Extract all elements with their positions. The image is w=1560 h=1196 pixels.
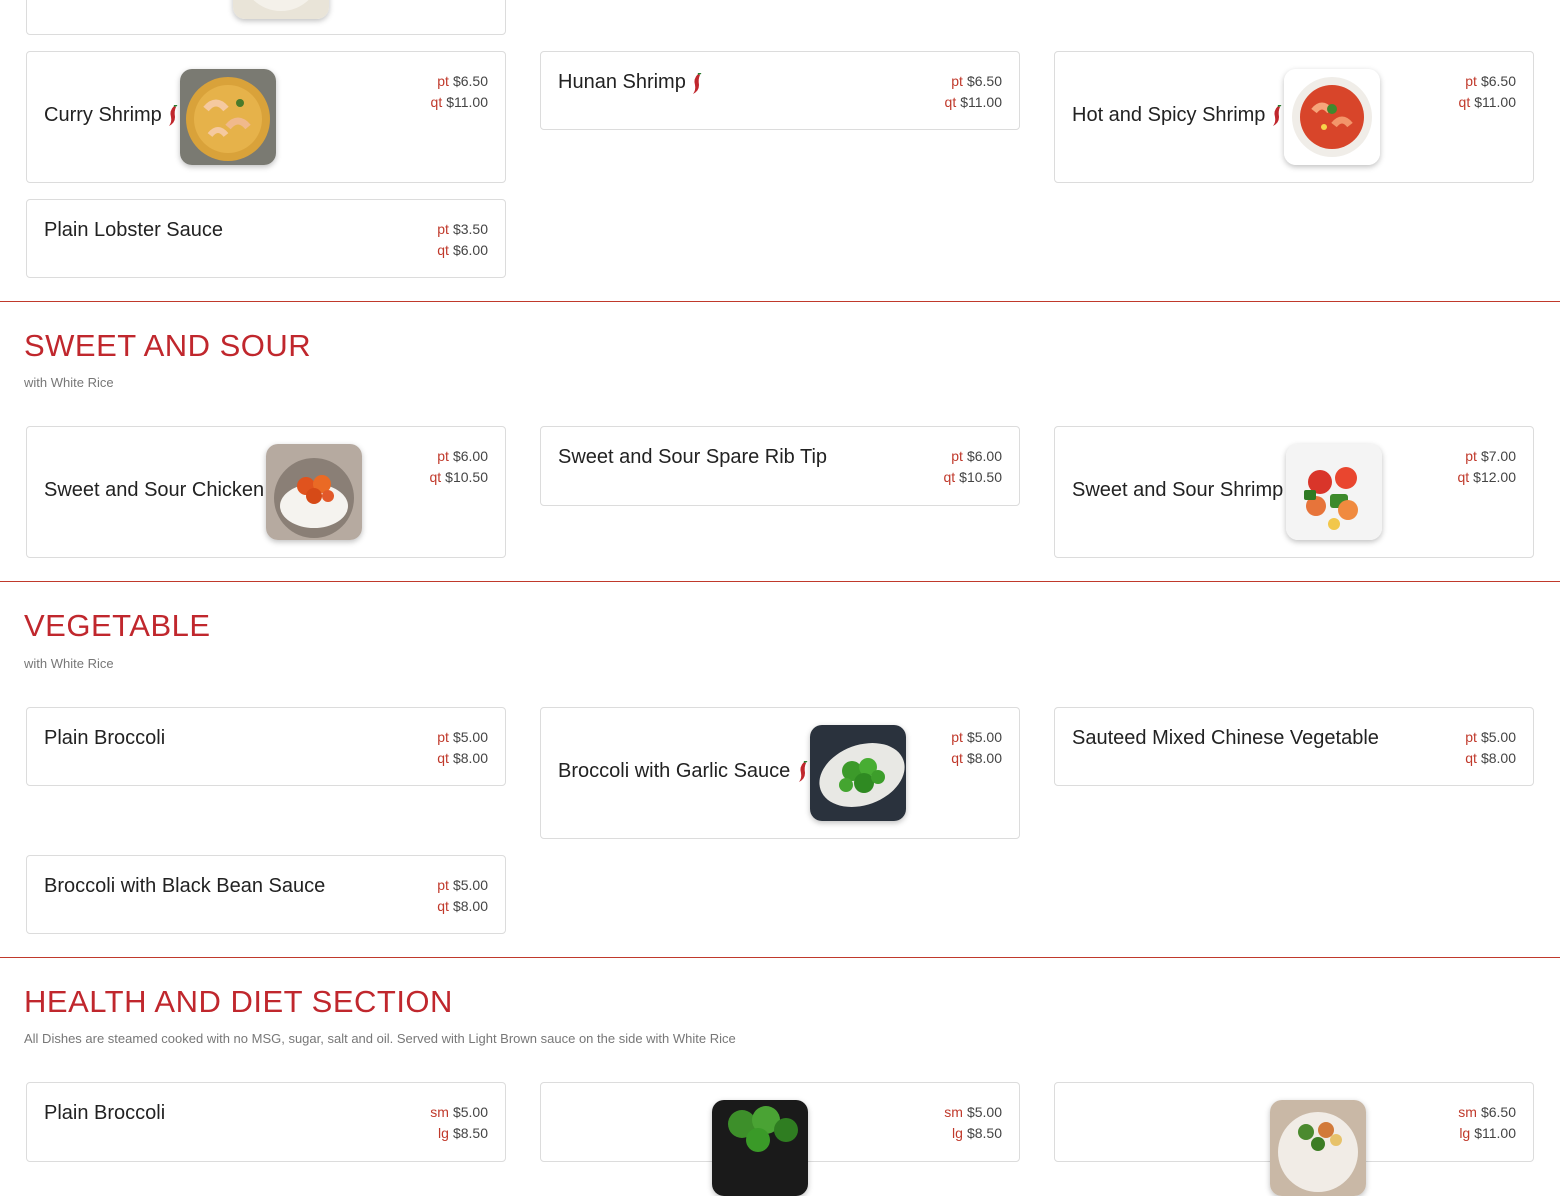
item-name: Sweet and Sour Shrimp xyxy=(1072,479,1284,501)
menu-item-card[interactable]: Sauteed Mixed Chinese Vegetable pt $5.00 … xyxy=(1054,707,1534,786)
item-name: Sweet and Sour Spare Rib Tip xyxy=(558,446,828,468)
item-name: Broccoli with Black Bean Sauce xyxy=(44,875,326,897)
section-divider xyxy=(0,581,1560,582)
item-name: Sweet and Sour Chicken xyxy=(44,479,265,501)
item-name: Plain Lobster Sauce xyxy=(44,219,224,241)
price-list: pt $7.00 qt $12.00 xyxy=(1457,448,1516,485)
section-title: SWEET AND SOUR xyxy=(24,328,312,363)
menu-item-card[interactable]: Broccoli with Black Bean Sauce pt $5.00 q… xyxy=(26,855,506,934)
price-list: pt $5.00 qt $8.00 xyxy=(437,877,488,914)
price-list: pt $6.00 qt $10.50 xyxy=(429,448,488,485)
menu-item-card-partial[interactable] xyxy=(26,0,506,35)
dish-image xyxy=(233,0,329,19)
section-title: VEGETABLE xyxy=(24,608,211,643)
item-name: Curry Shrimp xyxy=(44,104,162,126)
dish-image xyxy=(712,1100,808,1196)
dish-image xyxy=(1286,444,1382,540)
section-subtitle: with White Rice xyxy=(24,656,114,671)
price-list: pt $5.00 qt $8.00 xyxy=(951,729,1002,766)
chili-pepper-icon xyxy=(1273,105,1282,126)
dish-image xyxy=(266,444,362,540)
item-name: Hot and Spicy Shrimp xyxy=(1072,104,1266,126)
price-list: pt $3.50 qt $6.00 xyxy=(437,221,488,258)
chili-pepper-icon xyxy=(693,73,702,94)
section-subtitle: with White Rice xyxy=(24,375,114,390)
menu-item-card[interactable]: Plain Broccoli sm $5.00 lg $8.50 xyxy=(26,1082,506,1162)
menu-item-card[interactable]: Sweet and Sour Spare Rib Tip pt $6.00 qt $… xyxy=(540,426,1020,506)
menu-item-card[interactable]: Broccoli with Garlic Sauce pt $5.00 qt $8.… xyxy=(540,707,1020,839)
dish-image xyxy=(810,725,906,821)
price-list: pt $5.00 qt $8.00 xyxy=(1465,729,1516,766)
dish-image xyxy=(1284,69,1380,165)
price-list: sm $6.50 lg $11.00 xyxy=(1458,1104,1516,1141)
section-divider xyxy=(0,957,1560,958)
item-name: Plain Broccoli xyxy=(44,1102,166,1124)
price-list: pt $6.50 qt $11.00 xyxy=(944,73,1002,110)
price-list: pt $6.50 qt $11.00 xyxy=(1458,73,1516,110)
price-list: sm $5.00 lg $8.50 xyxy=(944,1104,1002,1141)
chili-pepper-icon xyxy=(799,761,808,782)
dish-image xyxy=(180,69,276,165)
price-list: pt $5.00 qt $8.00 xyxy=(437,729,488,766)
menu-item-card[interactable]: Sweet and Sour Shrimp pt $7.00 qt $12.00 xyxy=(1054,426,1534,558)
dish-image xyxy=(1270,1100,1366,1196)
menu-item-card[interactable]: Hunan Shrimp pt $6.50 qt $11.00 xyxy=(540,51,1020,130)
item-name: Sauteed Mixed Chinese Vegetable xyxy=(1072,727,1379,749)
section-title: HEALTH AND DIET SECTION xyxy=(24,984,453,1019)
price-list: pt $6.00 qt $10.50 xyxy=(943,448,1002,485)
price-list: sm $5.00 lg $8.50 xyxy=(430,1104,488,1141)
menu-item-card[interactable]: Plain Broccoli pt $5.00 qt $8.00 xyxy=(26,707,506,786)
price-list: pt $6.50 qt $11.00 xyxy=(430,73,488,110)
item-name: Hunan Shrimp xyxy=(558,71,686,93)
menu-item-card[interactable]: Curry Shrimp pt $6.50 qt $11.00 xyxy=(26,51,506,183)
menu-item-card[interactable]: Plain Lobster Sauce pt $3.50 qt $6.00 xyxy=(26,199,506,278)
section-divider xyxy=(0,301,1560,302)
price-pt: $6.50 xyxy=(452,73,488,89)
price-qt: $11.00 xyxy=(446,94,488,110)
menu-item-card[interactable]: sm $5.00 lg $8.50 xyxy=(540,1082,1020,1196)
item-name: Broccoli with Garlic Sauce xyxy=(558,760,791,782)
menu-item-card[interactable]: sm $6.50 lg $11.00 xyxy=(1054,1082,1534,1196)
menu-item-card[interactable]: Hot and Spicy Shrimp pt $6.50 qt $11.00 xyxy=(1054,51,1534,183)
chili-pepper-icon xyxy=(169,105,178,126)
menu-item-card[interactable]: Sweet and Sour Chicken pt $6.00 qt $10.50 xyxy=(26,426,506,558)
section-subtitle: All Dishes are steamed cooked with no MS… xyxy=(24,1031,736,1046)
item-name: Plain Broccoli xyxy=(44,727,166,749)
